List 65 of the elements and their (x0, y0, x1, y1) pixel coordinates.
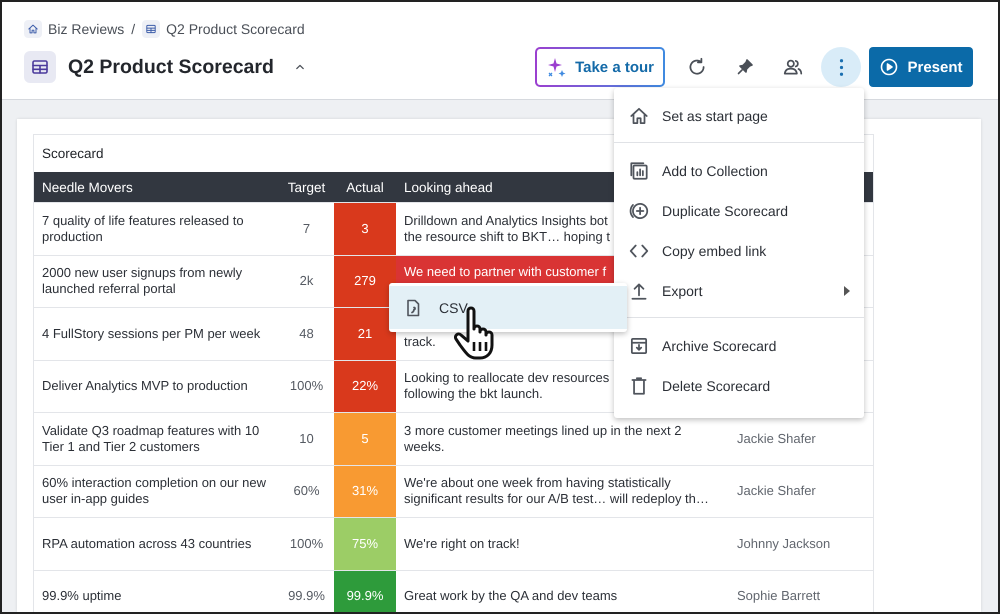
menu-item[interactable]: Copy embed link (628, 231, 850, 271)
status-cell: 31% (334, 466, 396, 517)
table-cell-text: 7 quality of life features released to production (41, 212, 245, 246)
table-cell-text: 99.9% (287, 587, 326, 606)
table-cell-text: 7 (302, 220, 312, 238)
menu-item[interactable]: CSV (389, 286, 627, 329)
status-cell: 75% (334, 518, 396, 570)
status-cell: 279 (334, 256, 396, 307)
table-cell-text: Validate Q3 roadmap features with 10 Tier 1 and Tier 2 customers (41, 422, 260, 456)
table-cell-text: 100% (288, 377, 324, 396)
column-header: Looking ahead (403, 178, 494, 197)
status-cell: 21 (334, 308, 396, 360)
status-cell: 5 (334, 413, 396, 464)
breadcrumb-link[interactable]: Q2 Product Scorecard (166, 21, 305, 37)
table-cell: track. (404, 334, 436, 350)
table-cell: Drilldown and Analytics Insights bot the resource shift to BKT… hoping t (404, 212, 610, 245)
table-cell: Looking to reallocate dev resources following the bkt launch. (404, 370, 610, 402)
table-cell: Johnny Jackson (737, 536, 830, 552)
column-header: Needle Movers (41, 178, 134, 196)
table-cell: Great work by the QA and dev teams (404, 588, 618, 604)
table-cell: 3 more customer meetings lined up in the next 2 weeks. (404, 422, 682, 455)
table-cell: Sophie Barrett (737, 588, 820, 604)
status-cell: 3 (334, 203, 396, 254)
status-cell: 99.9% (334, 570, 396, 612)
table-caption: Scorecard (41, 145, 104, 163)
play-icon (879, 57, 900, 77)
scorecard-icon (30, 57, 50, 77)
table-cell-text: Deliver Analytics MVP to production (41, 377, 249, 396)
table-cell: Jackie Shafer (737, 483, 816, 500)
menu-item[interactable]: Add to Collection (628, 151, 850, 191)
tour-button[interactable]: Take a tour (535, 47, 665, 87)
page-title: Q2 Product Scorecard (68, 56, 274, 78)
table-cell: We're right on track! (404, 536, 520, 552)
table-cell: We need to partner with customer f (404, 264, 606, 280)
column-header: Target (286, 178, 326, 197)
table-cell-text: 60% interaction completion on our new user in-app guides (41, 474, 268, 508)
home-icon (628, 105, 650, 127)
menu-item[interactable]: Archive Scorecard (628, 326, 850, 366)
table-cell: Jackie Shafer (737, 430, 816, 447)
menu-item[interactable]: Set as start page (628, 96, 850, 136)
menu-item[interactable]: Delete Scorecard (628, 366, 850, 406)
collection-icon (628, 160, 650, 182)
pin-icon (735, 57, 755, 77)
table-cell-text: 4 FullStory sessions per PM per week (41, 324, 262, 343)
home-icon (27, 23, 39, 35)
breadcrumb-separator: / (131, 21, 136, 37)
present-button[interactable]: Present (869, 47, 973, 87)
status-cell: 22% (334, 360, 396, 412)
kebab-icon (838, 58, 844, 76)
column-header: Actual (345, 178, 385, 196)
add-circle-icon (628, 200, 650, 222)
table-cell: We're about one week from having statistically significant results for our A/B test… will redeploy th… (404, 475, 709, 508)
archive-icon (628, 335, 650, 357)
menu-item[interactable]: Export (628, 271, 850, 311)
table-cell-text: 100% (288, 534, 324, 553)
breadcrumb-link[interactable]: Biz Reviews (48, 21, 124, 37)
grid-icon (145, 23, 158, 35)
menu-item[interactable]: Duplicate Scorecard (628, 191, 850, 231)
table-cell-text: RPA automation across 43 countries (41, 534, 252, 553)
table-cell-text: 60% (292, 482, 321, 500)
table-cell-text: 2k (298, 272, 314, 290)
table-cell-text: 10 (298, 430, 315, 448)
table-cell-text: 2000 new user signups from newly launched referral portal (41, 264, 244, 298)
table-cell-text: 48 (298, 324, 315, 343)
table-cell-text: 99.9% uptime (41, 587, 122, 606)
